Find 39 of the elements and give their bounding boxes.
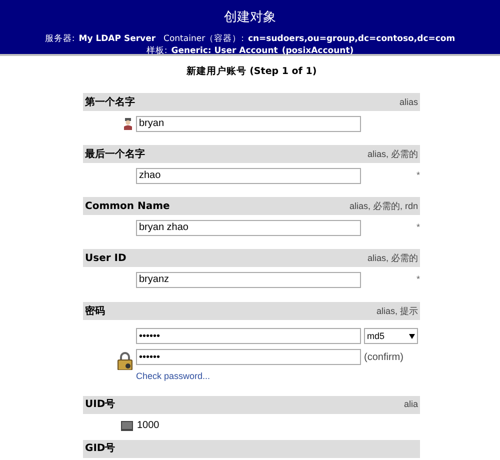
- attribute-label: GID号: [85, 442, 116, 456]
- required-mark: *: [416, 169, 420, 182]
- attribute-hints: alias, 必需的: [367, 252, 418, 264]
- attribute-value: 1000: [137, 419, 160, 434]
- attribute-label: 最后一个名字: [85, 147, 145, 162]
- confirm-label: (confirm): [364, 350, 404, 365]
- attribute-hints: alias, 必需的, rdn: [349, 200, 418, 212]
- dropdown-arrow-icon: [409, 334, 415, 339]
- required-mark: *: [416, 221, 420, 234]
- confirm-password-field[interactable]: ••••••: [136, 349, 361, 366]
- check-password-link[interactable]: Check password...: [136, 370, 418, 384]
- attribute-label: Common Name: [85, 200, 170, 214]
- attribute-label: UID号: [85, 398, 116, 412]
- template-name: Generic: User Account: [171, 45, 278, 58]
- attribute-label: 第一个名字: [85, 95, 135, 110]
- terminal-icon: [121, 420, 133, 431]
- form-title: 新建用户账号 (Step 1 of 1): [186, 65, 317, 79]
- attribute-hints: alias, 必需的: [367, 148, 418, 160]
- text-field[interactable]: bryan zhao: [136, 220, 361, 236]
- page-title: 创建对象: [224, 9, 276, 27]
- password-field[interactable]: ••••••: [136, 328, 361, 344]
- attribute-hints: alias: [399, 96, 418, 108]
- text-field[interactable]: bryan: [136, 116, 361, 132]
- required-mark: *: [416, 273, 420, 286]
- text-field[interactable]: bryanz: [136, 272, 361, 288]
- server-name: My LDAP Server: [78, 32, 156, 46]
- template-class: (posixAccount): [282, 45, 354, 58]
- attribute-hints: alia: [404, 398, 418, 411]
- padlock-icon: [117, 352, 133, 370]
- container-label: Container（容器）:: [164, 32, 244, 46]
- server-label: 服务器:: [44, 32, 75, 46]
- attribute-label: User ID: [85, 252, 126, 266]
- hash-select[interactable]: md5: [364, 328, 418, 344]
- attribute-hints: alias, 提示: [376, 304, 418, 318]
- container-dn: cn=sudoers,ou=group,dc=contoso,dc=com: [248, 32, 456, 46]
- person-icon: [123, 118, 133, 130]
- template-label: 样板:: [146, 45, 168, 58]
- text-field[interactable]: zhao: [136, 168, 361, 184]
- attribute-label: 密码: [85, 304, 105, 319]
